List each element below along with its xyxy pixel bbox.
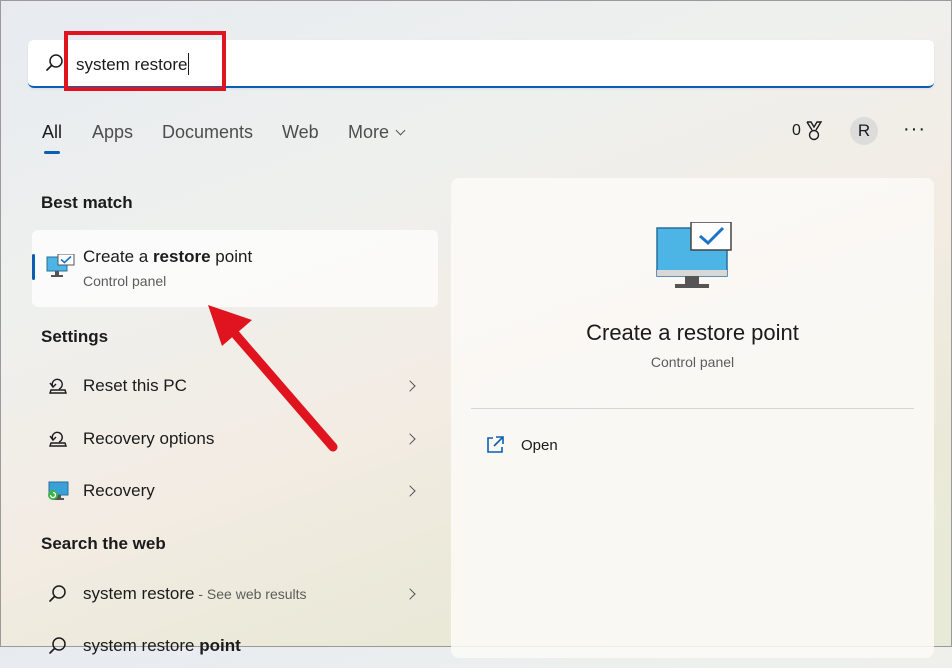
- section-title-search-the-web: Search the web: [41, 534, 166, 553]
- reset-pc-icon: [49, 378, 67, 394]
- chevron-right-icon: [404, 485, 416, 497]
- preview-subtitle: Control panel: [650, 354, 735, 370]
- best-match-result[interactable]: [32, 230, 438, 307]
- section-title-settings: Settings: [41, 327, 109, 346]
- best-match-title: Create a restore point: [83, 247, 253, 266]
- avatar[interactable]: R: [850, 117, 878, 145]
- settings-item-label: Recovery options: [83, 429, 215, 448]
- annotation-highlight-box: [64, 31, 226, 91]
- selection-indicator: [32, 254, 35, 280]
- tab-apps[interactable]: Apps: [92, 122, 133, 143]
- recovery-icon: [48, 481, 69, 500]
- tab-more-label: More: [348, 122, 390, 142]
- tab-web[interactable]: Web: [282, 122, 319, 143]
- medal-icon: [806, 121, 823, 141]
- search-icon: [49, 637, 66, 654]
- rewards-count: 0: [792, 122, 801, 139]
- open-label: Open: [521, 437, 558, 454]
- web-result-system-restore[interactable]: system restore - See web results: [32, 572, 438, 616]
- search-icon: [49, 585, 66, 602]
- rewards-button[interactable]: 0: [792, 121, 823, 141]
- settings-item-reset-this-pc[interactable]: Reset this PC: [32, 364, 438, 408]
- tab-all[interactable]: All: [42, 122, 62, 143]
- search-icon: [46, 54, 63, 71]
- divider: [471, 408, 914, 409]
- settings-item-label: Reset this PC: [83, 376, 187, 395]
- web-result-label: system restore - See web results: [83, 584, 307, 603]
- best-match-subtitle: Control panel: [83, 273, 167, 289]
- open-button[interactable]: Open: [471, 428, 671, 462]
- open-external-icon: [487, 436, 504, 453]
- chevron-right-icon: [404, 380, 416, 392]
- system-restore-icon: [656, 222, 732, 288]
- section-title-best-match: Best match: [41, 193, 133, 212]
- chevron-down-icon: [395, 125, 406, 136]
- active-tab-indicator: [44, 151, 60, 154]
- system-restore-icon: [46, 254, 75, 277]
- chevron-right-icon: [404, 588, 416, 600]
- chevron-right-icon: [404, 433, 416, 445]
- settings-item-recovery-options[interactable]: Recovery options: [32, 417, 438, 461]
- web-result-system-restore-point[interactable]: system restore point: [32, 624, 438, 668]
- settings-item-recovery[interactable]: Recovery: [32, 469, 438, 513]
- web-result-label: system restore point: [83, 636, 241, 655]
- tab-documents[interactable]: Documents: [162, 122, 253, 143]
- preview-title: Create a restore point: [586, 320, 799, 345]
- tab-more[interactable]: More: [348, 122, 406, 143]
- settings-item-label: Recovery: [83, 481, 155, 500]
- more-options-icon[interactable]: ···: [903, 117, 926, 141]
- recovery-options-icon: [49, 431, 67, 447]
